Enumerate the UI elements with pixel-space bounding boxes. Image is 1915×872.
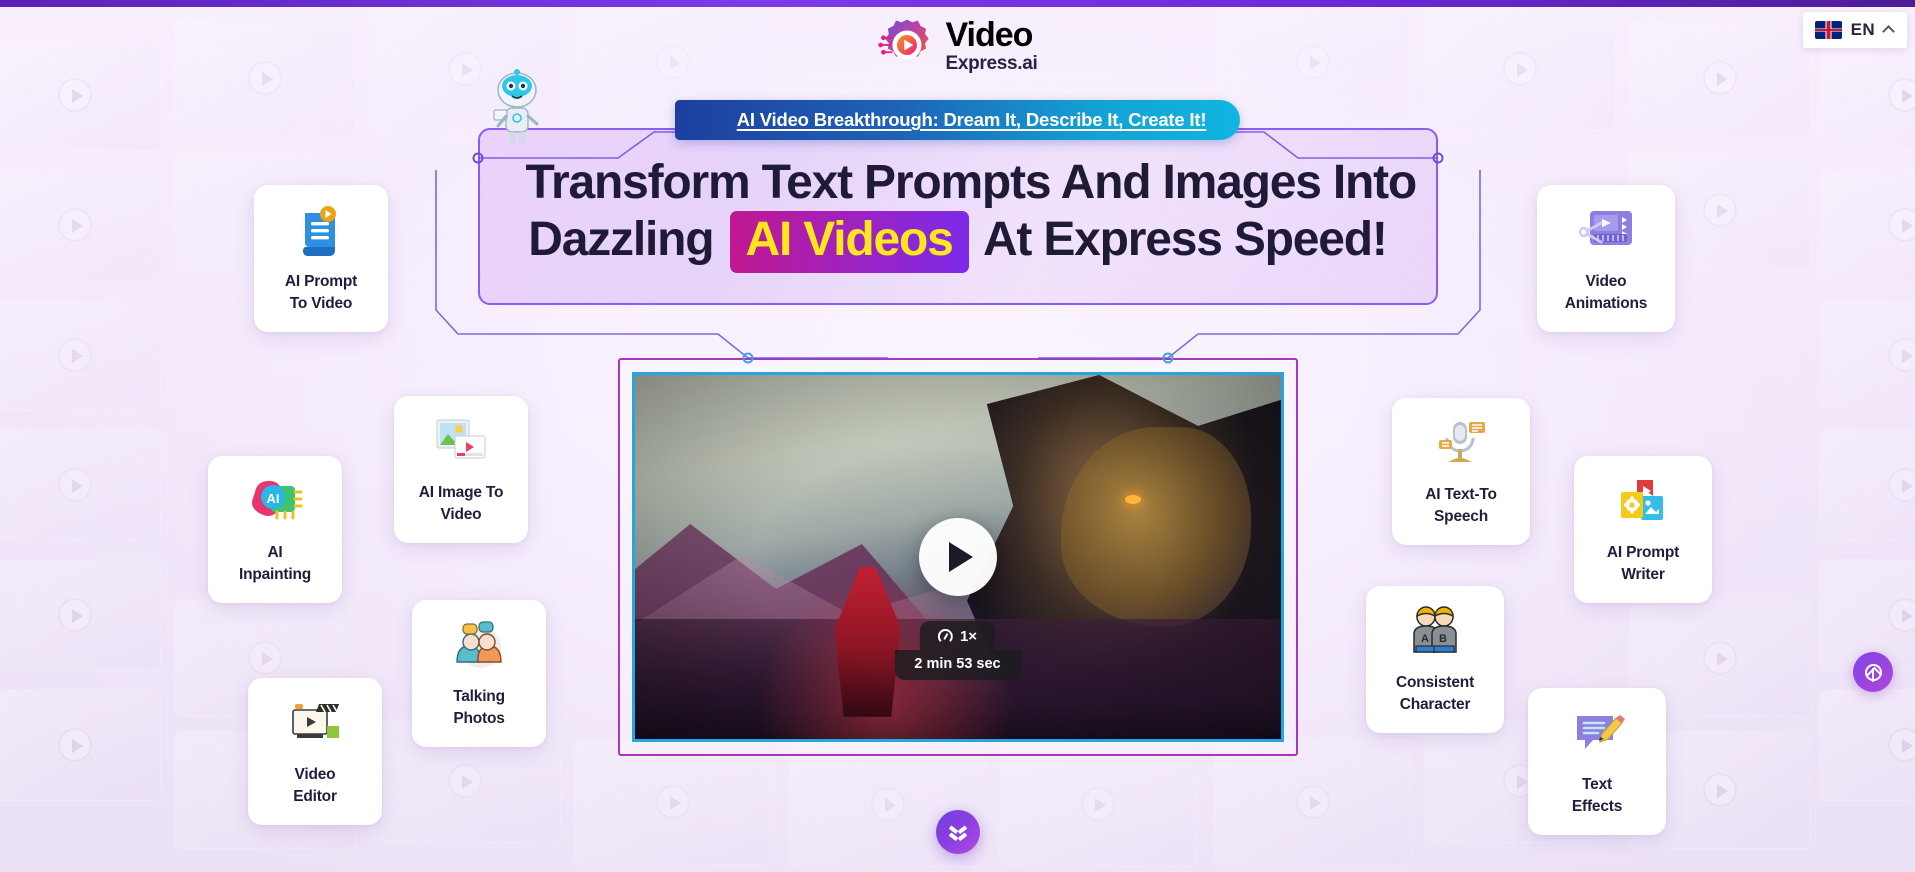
- card-label-line1: Talking: [453, 688, 505, 705]
- floating-action-button[interactable]: [1853, 652, 1893, 692]
- files-stack-icon: [1613, 474, 1673, 530]
- card-label-line2: Character: [1399, 696, 1471, 714]
- feature-card-ai-text-to-speech[interactable]: AI Text-To Speech: [1392, 398, 1530, 545]
- card-label-line1: Video: [294, 766, 336, 783]
- feature-card-ai-prompt-to-video[interactable]: AI Prompt To Video: [254, 185, 388, 332]
- video-outer-frame: 1× 2 min 53 sec: [617, 358, 1298, 756]
- card-label-line1: AI Text-To: [1425, 486, 1497, 503]
- two-people-ab-icon: A B: [1405, 604, 1465, 660]
- svg-text:B: B: [1439, 633, 1447, 645]
- card-label-line1: AI Prompt: [1606, 544, 1680, 561]
- feature-card-text-effects[interactable]: Text Effects: [1528, 688, 1666, 835]
- card-label-line2: Speech: [1434, 508, 1488, 526]
- microphone-icon: [1431, 416, 1491, 472]
- play-button-icon[interactable]: [918, 518, 997, 596]
- video-duration-badge: 2 min 53 sec: [894, 650, 1021, 680]
- feature-card-consistent-character[interactable]: A B Consistent Character: [1366, 586, 1504, 733]
- language-code: EN: [1850, 20, 1875, 39]
- headline-line-2: Dazzling AI Videos At Express Speed!: [526, 210, 1390, 274]
- hero-ribbon-banner: AI Video Breakthrough: Dream It, Describ…: [674, 100, 1241, 140]
- headline-line-1: Transform Text Prompts And Images Into: [525, 156, 1418, 209]
- hero-ribbon-wrap: AI Video Breakthrough: Dream It, Describ…: [478, 69, 1438, 146]
- scroll-down-button[interactable]: [935, 810, 980, 854]
- svg-text:AI: AI: [267, 491, 280, 506]
- brand-name-top: Video: [945, 15, 1033, 54]
- brand-name-bottom: Express.ai: [945, 52, 1038, 74]
- headline-post: At Express Speed!: [982, 212, 1388, 266]
- card-label-line1: AI Image To: [418, 484, 504, 501]
- brand-logo[interactable]: Video Express.ai: [877, 16, 1038, 74]
- card-label-line1: AI Prompt: [284, 273, 358, 290]
- svg-text:A: A: [1421, 633, 1429, 645]
- card-label-line2: Video: [440, 506, 482, 524]
- double-chevron-down-icon: [950, 824, 966, 840]
- ai-chip-icon: AI: [245, 474, 305, 530]
- card-label-line2: Animations: [1564, 295, 1648, 313]
- gear-play-logo-icon: [877, 16, 935, 74]
- hero-ribbon-text: AI Video Breakthrough: Dream It, Describ…: [736, 109, 1207, 130]
- video-timeline-icon: [1576, 203, 1636, 259]
- feature-card-ai-image-to-video[interactable]: AI Image To Video: [394, 396, 528, 543]
- gauge-icon: [937, 629, 953, 644]
- video-player-area[interactable]: 1× 2 min 53 sec: [617, 358, 1298, 756]
- playback-speed-badge[interactable]: 1×: [919, 621, 996, 650]
- feature-card-ai-inpainting[interactable]: AI AI Inpainting: [208, 456, 342, 603]
- card-label-line1: Text: [1582, 776, 1612, 793]
- feature-card-talking-photos[interactable]: Talking Photos: [412, 600, 546, 747]
- document-play-icon: [291, 203, 351, 259]
- top-accent-bar: [0, 0, 1915, 7]
- uk-flag-icon: [1814, 21, 1842, 39]
- card-label-line2: To Video: [289, 295, 353, 313]
- brand-wordmark: Video Express.ai: [945, 18, 1037, 73]
- landing-page: EN Video Express.ai AI Video Breakthroug…: [0, 0, 1915, 872]
- headline-pre: Dazzling: [528, 212, 714, 266]
- image-video-icon: [431, 414, 491, 470]
- card-label-line2: Photos: [453, 710, 505, 728]
- feature-card-video-editor[interactable]: Video Editor: [248, 678, 382, 825]
- language-selector[interactable]: EN: [1802, 12, 1907, 48]
- headline-highlight-badge: AI Videos: [729, 210, 969, 274]
- card-label-line2: Writer: [1621, 566, 1665, 584]
- chevron-up-icon: [1882, 25, 1895, 38]
- feature-card-video-animations[interactable]: Video Animations: [1537, 185, 1675, 332]
- hero-section: AI Video Breakthrough: Dream It, Describ…: [434, 69, 1481, 364]
- speech-pencil-icon: [1567, 706, 1627, 762]
- card-label-line1: AI: [267, 544, 283, 561]
- monitor-clapper-icon: [285, 696, 345, 752]
- video-inner-frame: 1× 2 min 53 sec: [631, 372, 1284, 742]
- hero-headline-box: Transform Text Prompts And Images Into D…: [477, 128, 1438, 306]
- talking-heads-icon: [449, 618, 509, 674]
- robot-mascot-icon: [486, 66, 548, 148]
- video-badges: 1× 2 min 53 sec: [894, 621, 1021, 680]
- card-label-line1: Video: [1585, 273, 1627, 290]
- playback-speed-label: 1×: [959, 628, 978, 645]
- card-label-line1: Consistent: [1395, 674, 1475, 691]
- card-label-line2: Effects: [1571, 798, 1623, 816]
- feature-card-ai-prompt-writer[interactable]: AI Prompt Writer: [1574, 456, 1712, 603]
- card-label-line2: Inpainting: [238, 566, 312, 584]
- card-label-line2: Editor: [293, 788, 337, 806]
- upload-circle-icon: [1864, 663, 1882, 682]
